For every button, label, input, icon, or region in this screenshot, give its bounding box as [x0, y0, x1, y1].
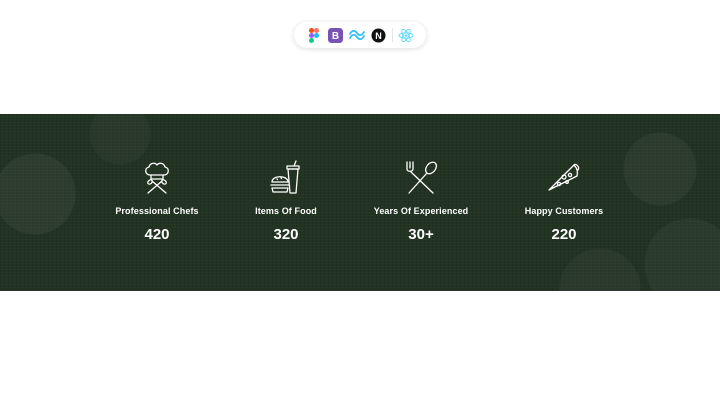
stat-label: Years Of Experienced	[373, 206, 469, 216]
stat-value: 320	[273, 226, 299, 243]
divider	[391, 28, 393, 42]
pizza-slice-icon	[548, 163, 580, 191]
stat-label: Professional Chefs	[115, 206, 199, 216]
figma-icon[interactable]	[306, 27, 322, 43]
bootstrap-letter: B	[332, 31, 339, 42]
react-icon[interactable]	[398, 27, 414, 43]
bootstrap-icon[interactable]: B	[327, 27, 343, 43]
stat-value: 30+	[408, 226, 434, 243]
tailwind-icon[interactable]	[348, 27, 365, 43]
nextjs-icon[interactable]: N	[370, 27, 386, 43]
stat-label: Happy Customers	[524, 206, 604, 216]
fork-spoon-icon	[406, 161, 438, 194]
chef-hat-icon	[145, 162, 169, 194]
stat-label: Items Of Food	[255, 206, 317, 216]
stat-happy-customers: Happy Customers 220	[484, 114, 644, 291]
tech-stack-badges: B N	[294, 22, 426, 48]
fast-food-icon	[270, 160, 300, 194]
stat-years-of-experienced: Years Of Experienced 30+	[341, 114, 501, 291]
stat-value: 420	[144, 226, 170, 243]
stat-value: 220	[551, 226, 577, 243]
stats-section: Professional Chefs 420 Items Of Food 320	[0, 114, 720, 291]
nextjs-letter: N	[375, 31, 382, 41]
